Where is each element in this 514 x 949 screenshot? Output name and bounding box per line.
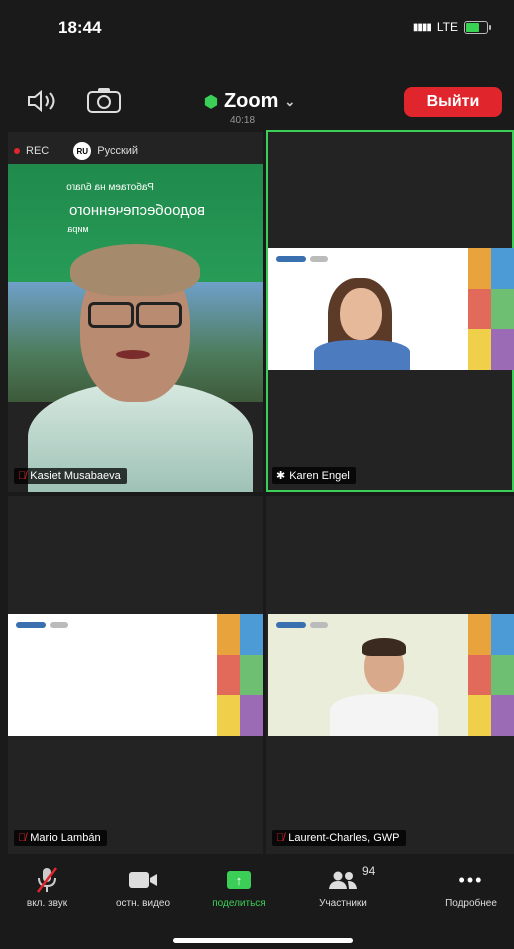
unmute-button[interactable]: вкл. звук	[4, 866, 90, 909]
more-label: Подробнее	[445, 898, 497, 909]
slide-mosaic	[468, 248, 514, 370]
participants-count: 94	[362, 864, 376, 878]
record-dot-icon	[14, 148, 20, 154]
status-time: 18:44	[58, 18, 102, 37]
status-indicators: ▮▮▮▮ LTE	[412, 20, 491, 34]
battery-icon	[464, 20, 491, 34]
share-label: поделиться	[212, 898, 266, 909]
leave-button[interactable]: Выйти	[404, 87, 502, 117]
slide-mosaic	[468, 614, 514, 736]
slide-text-1: Работаем на благо	[66, 182, 154, 193]
recording-indicator: REC RU Русский	[14, 142, 138, 160]
participants-icon: 94	[328, 864, 375, 894]
participant-name: Karen Engel	[289, 469, 350, 482]
more-dots-icon: •••	[458, 869, 484, 890]
participant-name-tag: 🎙̸ Kasiet Musabaeva	[14, 468, 127, 484]
network-label: LTE	[436, 20, 458, 34]
shield-icon: ⬢	[204, 93, 218, 111]
mic-muted-icon: 🎙̸	[18, 470, 27, 482]
switch-camera-icon[interactable]	[86, 86, 122, 120]
video-tile-kasiet[interactable]: Работаем на благо водообеспеченного мира…	[8, 132, 263, 492]
chevron-down-icon: ⌄	[284, 93, 296, 109]
meeting-title-menu[interactable]: ⬢ Zoom ⌄	[204, 90, 295, 113]
slide-text-3: мира	[67, 224, 89, 234]
unmute-label: вкл. звук	[26, 898, 68, 909]
meeting-timer: 40:18	[230, 115, 256, 126]
shared-slide-laurent	[268, 614, 514, 736]
stop-video-label: остн. видео	[115, 898, 171, 909]
participant-name: Laurent-Charles, GWP	[288, 832, 400, 844]
slide-mosaic	[217, 614, 263, 736]
participant-name: Kasiet Musabaeva	[30, 470, 121, 482]
video-tile-karen[interactable]: ✱ Karen Engel	[266, 130, 514, 492]
share-button[interactable]: ↑ поделиться	[196, 866, 282, 909]
mic-muted-icon: 🎙̸	[276, 832, 285, 844]
shared-slide-mario	[8, 614, 263, 736]
video-camera-icon	[128, 866, 158, 894]
signal-icon: ▮▮▮▮	[412, 21, 432, 33]
rec-label: REC	[26, 145, 50, 157]
participant-name-tag: 🎙̸ Mario Lambán	[14, 830, 107, 846]
share-arrow-icon: ↑	[227, 871, 251, 889]
meeting-title: Zoom	[223, 90, 279, 112]
video-tile-mario[interactable]: 🎙̸ Mario Lambán	[8, 496, 263, 854]
shared-slide-karen	[268, 248, 514, 370]
video-tile-laurent[interactable]: 🎙̸ Laurent-Charles, GWP	[266, 496, 514, 854]
more-button[interactable]: ••• Подробнее	[428, 866, 514, 910]
speaking-icon: ✱	[276, 470, 286, 482]
speaker-icon[interactable]	[26, 88, 60, 120]
mic-muted-icon: 🎙̸	[18, 832, 27, 844]
mic-off-icon	[36, 866, 58, 894]
participants-button[interactable]: 94 Участники	[300, 864, 386, 909]
language-label[interactable]: Русский	[97, 145, 138, 157]
slide-text-2: водообеспеченного	[68, 202, 206, 219]
home-indicator[interactable]	[173, 938, 353, 943]
language-badge[interactable]: RU	[73, 142, 92, 160]
participants-label: Участники	[319, 898, 367, 909]
participant-name-tag: ✱ Karen Engel	[272, 467, 356, 484]
participant-name: Mario Lambán	[30, 832, 101, 844]
participant-name-tag: 🎙̸ Laurent-Charles, GWP	[272, 830, 406, 846]
stop-video-button[interactable]: остн. видео	[100, 866, 186, 909]
